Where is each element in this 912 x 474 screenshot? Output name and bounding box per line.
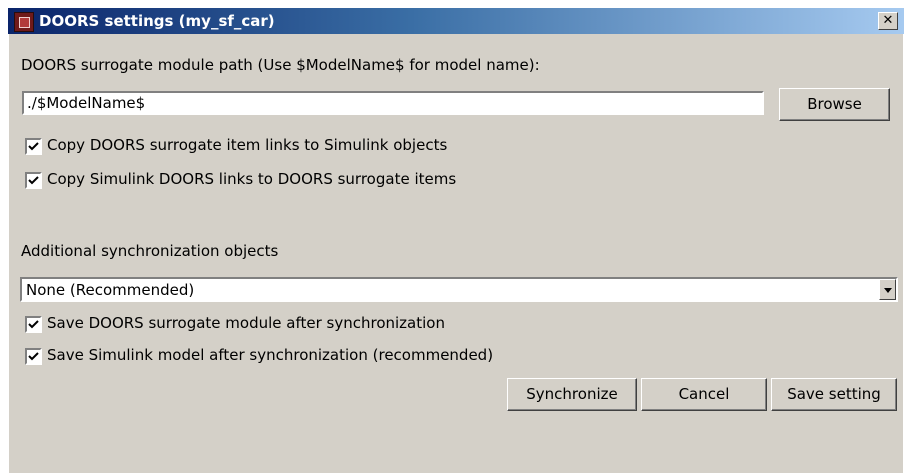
sync-objects-selected: None (Recommended) (26, 281, 195, 299)
close-icon: ✕ (882, 13, 894, 28)
cancel-button[interactable]: Cancel (641, 378, 767, 411)
module-path-label: DOORS surrogate module path (Use $ModelN… (21, 56, 540, 74)
save-surrogate-module-checkbox[interactable] (25, 316, 42, 333)
copy-simulink-links-label: Copy Simulink DOORS links to DOORS surro… (47, 170, 457, 188)
chevron-down-icon[interactable] (879, 279, 896, 300)
copy-simulink-links-checkbox[interactable] (25, 172, 42, 189)
doors-settings-dialog: DOORS settings (my_sf_car) ✕ DOORS surro… (8, 8, 904, 474)
copy-surrogate-links-checkbox[interactable] (25, 138, 42, 155)
sync-objects-label: Additional synchronization objects (21, 242, 279, 260)
checkmark-icon (28, 142, 39, 151)
checkmark-icon (28, 176, 39, 185)
save-simulink-model-label: Save Simulink model after synchronizatio… (47, 346, 494, 364)
copy-surrogate-links-label: Copy DOORS surrogate item links to Simul… (47, 136, 448, 154)
module-path-input[interactable] (22, 91, 764, 115)
sync-objects-dropdown[interactable]: None (Recommended) (20, 277, 898, 302)
save-surrogate-module-label: Save DOORS surrogate module after synchr… (47, 314, 445, 332)
browse-button[interactable]: Browse (779, 88, 890, 121)
checkmark-icon (28, 352, 39, 361)
synchronize-button[interactable]: Synchronize (507, 378, 637, 411)
title-bar: DOORS settings (my_sf_car) ✕ (8, 8, 904, 34)
save-setting-button[interactable]: Save setting (771, 378, 897, 411)
close-button[interactable]: ✕ (878, 12, 898, 30)
app-icon (14, 12, 34, 32)
checkmark-icon (28, 320, 39, 329)
save-simulink-model-checkbox[interactable] (25, 348, 42, 365)
window-title: DOORS settings (my_sf_car) (39, 12, 275, 30)
